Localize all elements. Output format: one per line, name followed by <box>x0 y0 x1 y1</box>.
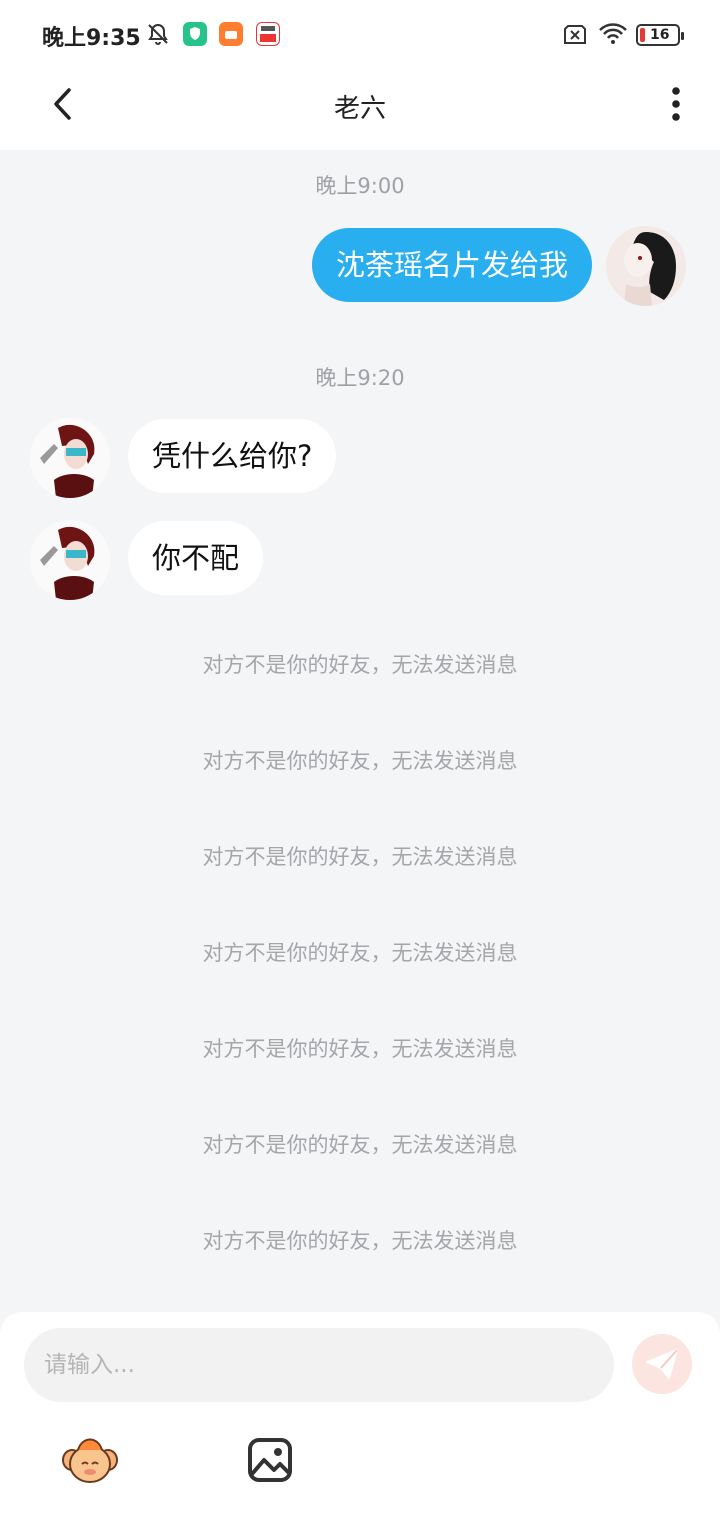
battery-level <box>640 28 645 42</box>
send-icon <box>646 1349 678 1379</box>
system-notice: 对方不是你的好友，无法发送消息 <box>202 845 518 869</box>
system-notice: 对方不是你的好友，无法发送消息 <box>202 1133 518 1157</box>
message-timestamp: 晚上9:20 <box>315 366 405 390</box>
chat-header: 老六 <box>0 70 720 150</box>
battery-icon: 16 <box>636 24 684 46</box>
system-notice: 对方不是你的好友，无法发送消息 <box>202 941 518 965</box>
system-notice: 对方不是你的好友，无法发送消息 <box>202 1229 518 1253</box>
orange-app-icon <box>219 22 243 46</box>
message-composer <box>0 1312 720 1520</box>
system-notice: 对方不是你的好友，无法发送消息 <box>202 749 518 773</box>
message-input[interactable] <box>24 1328 614 1402</box>
battery-nub <box>681 32 684 40</box>
more-vertical-icon[interactable] <box>660 82 692 126</box>
contact-avatar[interactable] <box>30 418 110 498</box>
news-app-icon <box>256 22 280 46</box>
contact-avatar[interactable] <box>30 520 110 600</box>
shield-app-icon <box>183 22 207 46</box>
system-notice: 对方不是你的好友，无法发送消息 <box>202 653 518 677</box>
system-notice: 对方不是你的好友，无法发送消息 <box>202 1037 518 1061</box>
status-time: 晚上9:35 <box>42 26 141 51</box>
incoming-message-bubble[interactable]: 你不配 <box>128 521 264 595</box>
image-icon[interactable] <box>240 1430 300 1490</box>
sim-off-icon <box>564 25 586 44</box>
wifi-icon <box>599 23 627 44</box>
outgoing-message-bubble[interactable]: 沈荼瑶名片发给我 <box>311 228 592 302</box>
my-avatar[interactable] <box>606 226 686 306</box>
bell-off-icon <box>148 23 168 45</box>
incoming-message-bubble[interactable]: 凭什么给你? <box>128 419 337 493</box>
status-bar: 晚上9:35 16 <box>0 0 720 70</box>
battery-text: 16 <box>650 27 670 43</box>
page-title: 老六 <box>333 94 386 124</box>
emoji-mascot-icon[interactable] <box>60 1430 120 1490</box>
send-button[interactable] <box>632 1334 692 1394</box>
message-timestamp: 晚上9:00 <box>315 174 405 198</box>
